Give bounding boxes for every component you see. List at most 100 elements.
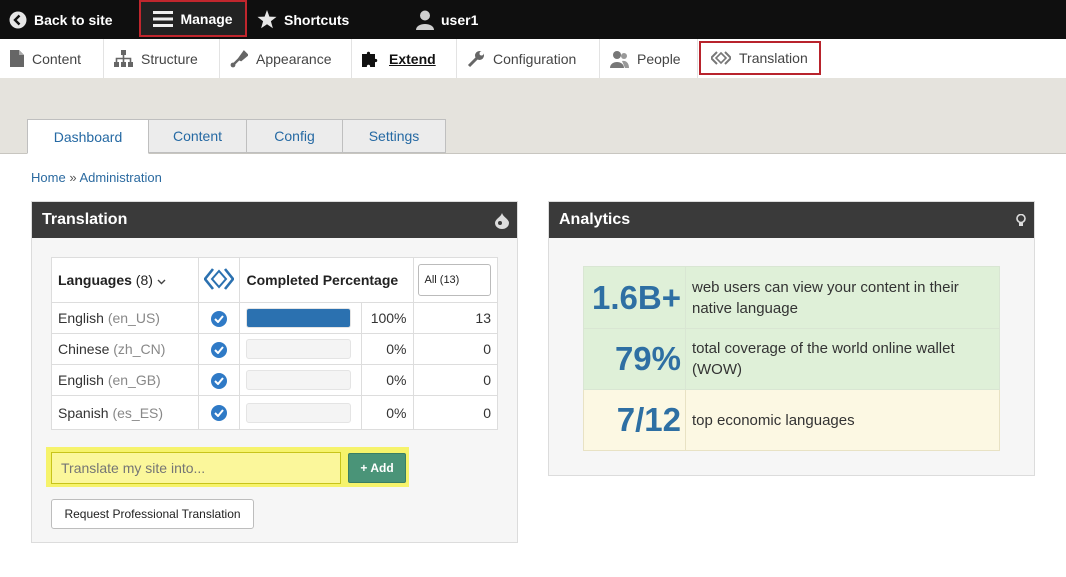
completed-percentage-header: Completed Percentage bbox=[239, 257, 414, 303]
manage-button[interactable]: Manage bbox=[139, 0, 247, 37]
tray-item-translation[interactable]: Translation bbox=[699, 41, 821, 75]
status-cell bbox=[198, 302, 241, 334]
progress-bar bbox=[246, 370, 352, 390]
check-icon bbox=[211, 341, 228, 358]
analytics-table: 1.6B+ web users can view your content in… bbox=[583, 266, 1000, 451]
shortcuts-label: Shortcuts bbox=[284, 11, 350, 28]
back-to-site-link[interactable]: Back to site bbox=[9, 0, 113, 39]
language-name: English bbox=[58, 372, 104, 388]
language-code: (es_ES) bbox=[112, 404, 164, 421]
progress-bar bbox=[246, 402, 352, 423]
filter-cell: All (13) bbox=[412, 257, 498, 303]
tab-config[interactable]: Config bbox=[246, 119, 343, 153]
translate-into-input[interactable] bbox=[51, 452, 341, 484]
progress-bar bbox=[246, 308, 352, 328]
tray-label-translation: Translation bbox=[739, 50, 808, 66]
progress-bar bbox=[246, 339, 352, 359]
tray-item-content[interactable]: Content bbox=[0, 39, 104, 78]
shortcuts-button[interactable]: Shortcuts bbox=[257, 0, 349, 39]
translation-logo-icon bbox=[203, 267, 236, 290]
percent-cell: 0% bbox=[361, 364, 414, 396]
percent-cell: 0% bbox=[361, 395, 414, 430]
progress-cell bbox=[239, 333, 362, 365]
language-cell: English (en_US) bbox=[50, 302, 200, 334]
tray-item-structure[interactable]: Structure bbox=[104, 39, 220, 78]
status-cell bbox=[198, 395, 241, 430]
puzzle-icon bbox=[362, 51, 378, 67]
translation-panel-title: Translation bbox=[42, 211, 128, 228]
tray-label-configuration: Configuration bbox=[493, 50, 577, 67]
request-professional-translation-button[interactable]: Request Professional Translation bbox=[51, 499, 254, 529]
breadcrumb: Home » Administration bbox=[31, 170, 162, 185]
language-cell: Spanish (es_ES) bbox=[50, 395, 200, 430]
analytics-row: 1.6B+ web users can view your content in… bbox=[583, 266, 1000, 329]
count-cell: 13 bbox=[412, 302, 498, 334]
language-code: (en_GB) bbox=[107, 372, 161, 388]
structure-icon bbox=[114, 50, 133, 67]
table-row: English (en_US) 100% 13 bbox=[50, 302, 498, 334]
add-language-highlight: + Add bbox=[46, 447, 409, 487]
breadcrumb-home-link[interactable]: Home bbox=[31, 170, 66, 185]
breadcrumb-admin-link[interactable]: Administration bbox=[79, 170, 161, 185]
languages-header[interactable]: Languages (8) bbox=[50, 257, 200, 303]
analytics-row: 7/12 top economic languages bbox=[583, 389, 1000, 451]
chevron-down-icon bbox=[157, 279, 166, 285]
analytics-stat: 79% bbox=[583, 328, 686, 390]
analytics-row: 79% total coverage of the world online w… bbox=[583, 328, 1000, 390]
tray-label-people: People bbox=[637, 50, 681, 67]
tray-label-structure: Structure bbox=[141, 50, 198, 67]
languages-count: (8) bbox=[135, 272, 153, 288]
translation-panel-header: Translation bbox=[32, 202, 517, 238]
tray-item-people[interactable]: People bbox=[600, 39, 698, 78]
table-row: Spanish (es_ES) 0% 0 bbox=[50, 395, 498, 430]
manage-label: Manage bbox=[180, 10, 233, 27]
people-icon bbox=[610, 50, 629, 68]
plus-icon: + bbox=[360, 461, 368, 475]
check-icon bbox=[211, 405, 228, 421]
tray-item-extend[interactable]: Extend bbox=[352, 39, 457, 78]
hamburger-icon bbox=[153, 10, 174, 27]
status-cell bbox=[198, 364, 241, 396]
progress-cell bbox=[239, 395, 362, 430]
percent-cell: 100% bbox=[361, 302, 414, 334]
page-icon bbox=[10, 50, 24, 67]
analytics-stat: 1.6B+ bbox=[583, 266, 686, 329]
tray-label-appearance: Appearance bbox=[256, 50, 332, 67]
analytics-panel-title: Analytics bbox=[559, 211, 631, 228]
tab-dashboard[interactable]: Dashboard bbox=[27, 119, 149, 154]
paintbrush-icon bbox=[230, 49, 248, 67]
count-cell: 0 bbox=[412, 333, 498, 365]
add-language-button[interactable]: + Add bbox=[348, 453, 406, 483]
languages-table-header: Languages (8) Completed Percentage All (… bbox=[50, 257, 498, 303]
progress-cell bbox=[239, 302, 362, 334]
tray-label-content: Content bbox=[32, 50, 82, 67]
back-to-site-label: Back to site bbox=[34, 11, 113, 28]
tab-settings[interactable]: Settings bbox=[342, 119, 446, 153]
drupal-drop-icon bbox=[495, 213, 509, 229]
tray-item-appearance[interactable]: Appearance bbox=[220, 39, 352, 78]
language-filter-select[interactable]: All (13) bbox=[417, 264, 491, 296]
tray-label-extend: Extend bbox=[389, 50, 436, 67]
tab-content[interactable]: Content bbox=[148, 119, 247, 153]
language-cell: English (en_GB) bbox=[50, 364, 200, 396]
language-name: English bbox=[58, 310, 104, 326]
language-cell: Chinese (zh_CN) bbox=[50, 333, 200, 365]
analytics-stat: 7/12 bbox=[583, 389, 686, 451]
language-name: Chinese bbox=[58, 341, 110, 357]
admin-toolbar: Back to site Manage Shortcuts user1 bbox=[0, 0, 1066, 39]
analytics-panel-header: Analytics bbox=[549, 202, 1034, 238]
breadcrumb-separator: » bbox=[69, 170, 77, 185]
user-menu-button[interactable]: user1 bbox=[416, 0, 478, 39]
analytics-text: total coverage of the world online walle… bbox=[685, 328, 1000, 390]
check-icon bbox=[211, 372, 228, 389]
admin-tray: Content Structure Appearance Extend Conf… bbox=[0, 39, 1066, 79]
star-icon bbox=[257, 10, 277, 29]
lightbulb-icon bbox=[1016, 214, 1026, 226]
add-label: Add bbox=[370, 461, 394, 475]
status-cell bbox=[198, 333, 241, 365]
user-label: user1 bbox=[441, 11, 479, 28]
language-code: (en_US) bbox=[107, 310, 160, 326]
table-row: English (en_GB) 0% 0 bbox=[50, 364, 498, 396]
back-arrow-icon bbox=[9, 11, 27, 28]
tray-item-configuration[interactable]: Configuration bbox=[457, 39, 600, 78]
